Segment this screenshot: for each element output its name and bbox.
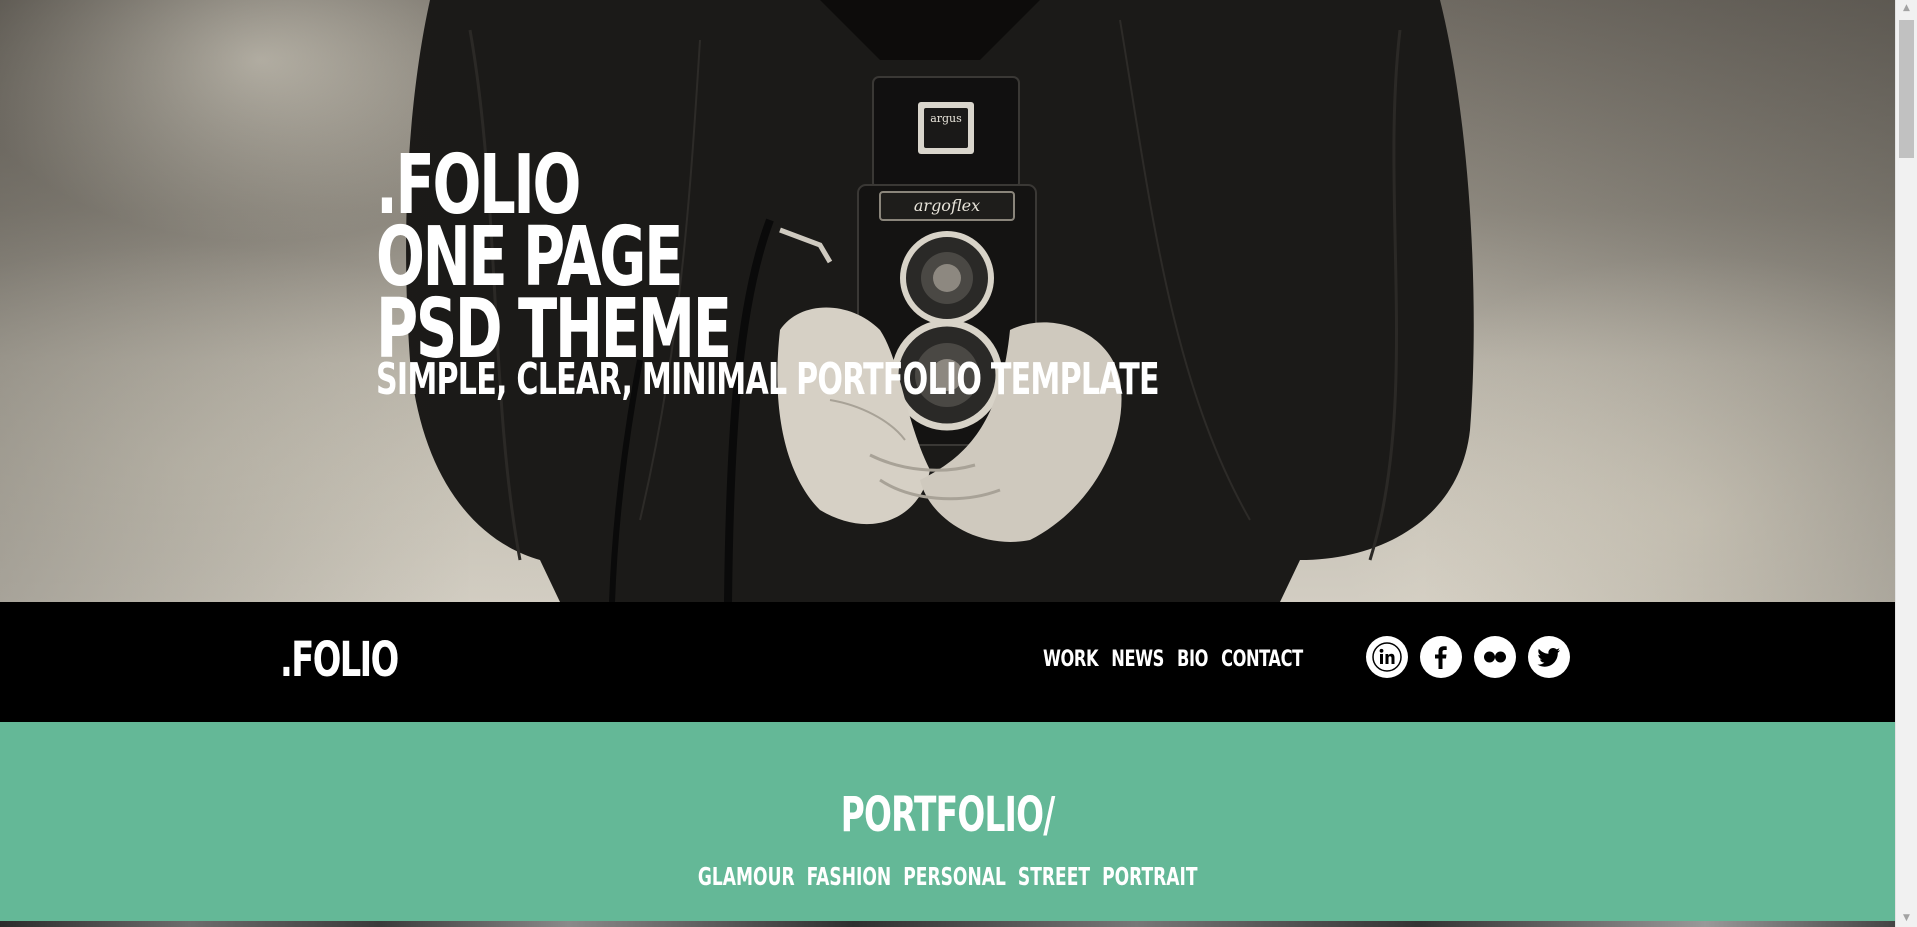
- scroll-up-arrow-icon[interactable]: ▲: [1896, 0, 1917, 17]
- scroll-down-arrow-icon[interactable]: ▼: [1896, 910, 1917, 927]
- flickr-icon[interactable]: [1474, 636, 1516, 678]
- facebook-icon[interactable]: [1420, 636, 1462, 678]
- portfolio-title-text: PORTFOLIO/: [840, 787, 1055, 843]
- nav-links: WORK NEWS BIO CONTACT: [1043, 646, 1316, 674]
- portfolio-title: PORTFOLIO/: [0, 790, 1895, 840]
- nav-link-work[interactable]: WORK: [1043, 646, 1099, 674]
- nav-link-bio[interactable]: BIO: [1177, 646, 1208, 674]
- brand-logo[interactable]: .FOLIO: [280, 634, 399, 686]
- portfolio-grid-peek: [0, 921, 1895, 927]
- nav-link-news[interactable]: NEWS: [1111, 646, 1164, 674]
- hero-section: argoflex argus .FOLIO: [0, 0, 1895, 602]
- filter-portrait[interactable]: PORTRAIT: [1102, 862, 1197, 891]
- scrollbar-thumb[interactable]: [1899, 20, 1914, 158]
- filter-glamour[interactable]: GLAMOUR: [698, 862, 795, 891]
- linkedin-icon[interactable]: [1366, 636, 1408, 678]
- vertical-scrollbar[interactable]: ▲ ▼: [1895, 0, 1917, 927]
- twitter-icon[interactable]: [1528, 636, 1570, 678]
- browser-viewport: argoflex argus .FOLIO: [0, 0, 1895, 927]
- nav-link-contact[interactable]: CONTACT: [1221, 646, 1303, 674]
- social-links: [1366, 636, 1570, 678]
- hero-headline: .FOLIO ONE PAGE PSD THEME SIMPLE, CLEAR,…: [376, 145, 1406, 405]
- main-navbar: .FOLIO WORK NEWS BIO CONTACT: [0, 602, 1895, 722]
- filter-personal[interactable]: PERSONAL: [903, 862, 1006, 891]
- filter-fashion[interactable]: FASHION: [806, 862, 891, 891]
- portfolio-filters: GLAMOUR FASHION PERSONAL STREET PORTRAIT: [0, 862, 1895, 892]
- page: argoflex argus .FOLIO: [0, 0, 1917, 927]
- filter-street[interactable]: STREET: [1018, 862, 1090, 891]
- portfolio-section: PORTFOLIO/ GLAMOUR FASHION PERSONAL STRE…: [0, 722, 1895, 927]
- hero-tagline: SIMPLE, CLEAR, MINIMAL PORTFOLIO TEMPLAT…: [376, 354, 1160, 405]
